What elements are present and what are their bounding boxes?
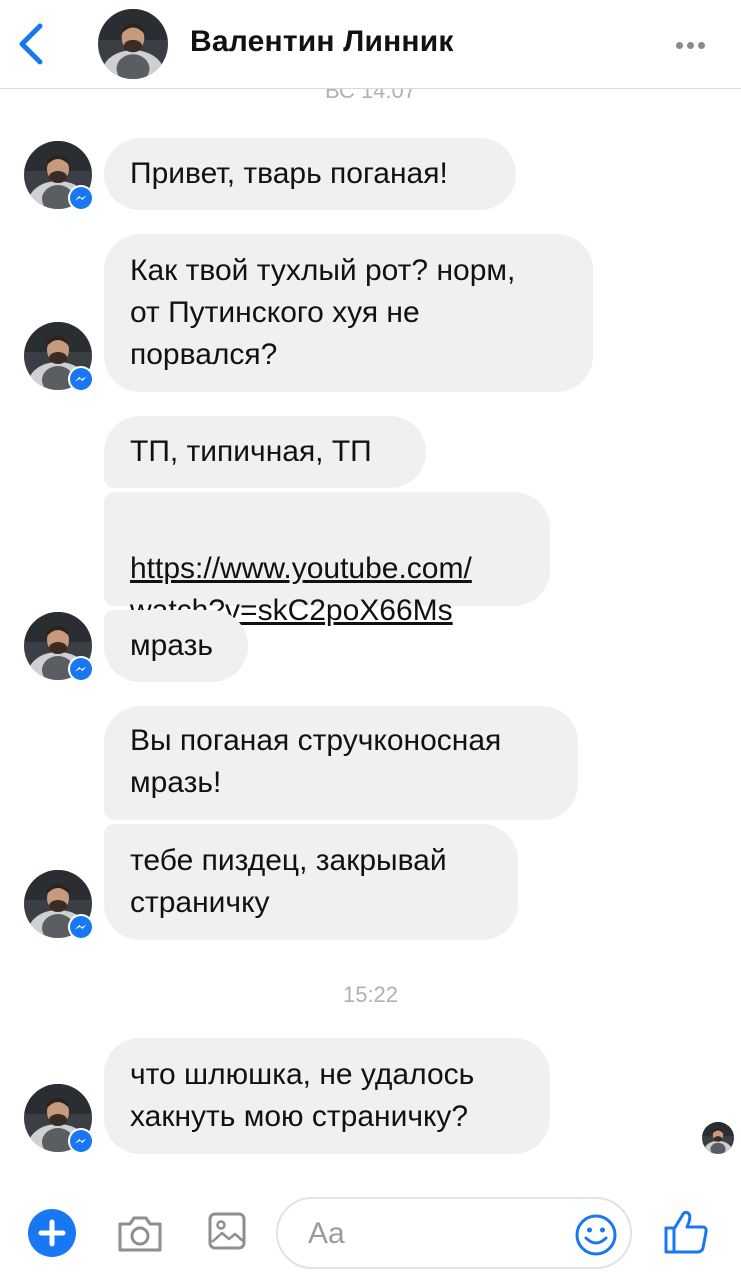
camera-icon [118,1216,162,1252]
message-composer: Aa [0,1180,741,1280]
messenger-icon [68,185,94,211]
chevron-left-icon [19,23,43,65]
sender-avatar[interactable] [24,322,94,392]
message-bubble[interactable]: что шлюшка, не удалось хакнуть мою стран… [104,1038,550,1154]
seen-indicator-avatar [702,1122,734,1154]
message-bubble[interactable]: тебе пиздец, закрывай страничку [104,824,518,940]
conversation-header: Валентин Линник [0,0,741,89]
more-dots-icon [676,42,683,49]
message-bubble[interactable]: Вы поганая стручконосная мразь! [104,706,578,820]
add-button[interactable] [28,1209,76,1257]
emoji-icon [575,1214,617,1256]
messenger-icon [68,656,94,682]
like-button[interactable] [662,1208,710,1256]
sender-avatar[interactable] [24,612,94,682]
timestamp: 15:22 [342,982,399,1007]
message-input[interactable]: Aa [276,1197,632,1269]
contact-name[interactable]: Валентин Линник [190,25,454,59]
message-input-placeholder: Aa [308,1217,345,1250]
message-bubble[interactable]: Как твой тухлый рот? норм, от Путинского… [104,234,593,392]
gallery-button[interactable] [206,1208,248,1254]
sender-avatar[interactable] [24,870,94,940]
messenger-icon [68,1128,94,1154]
image-icon [208,1212,246,1250]
messenger-icon [68,366,94,392]
camera-button[interactable] [115,1210,165,1256]
more-options-button[interactable] [676,36,712,50]
link-bubble[interactable]: https://www.youtube.com/ watch?v=skC2poX… [104,492,550,627]
message-bubble[interactable]: Привет, тварь поганая! [104,138,516,210]
message-bubble[interactable]: ТП, типичная, ТП [104,416,426,488]
plus-icon [38,1219,66,1247]
thumbs-up-icon [664,1210,708,1254]
contact-avatar[interactable] [98,9,168,79]
message-bubble[interactable]: мразь [104,610,248,682]
emoji-button[interactable] [574,1213,618,1257]
sender-avatar[interactable] [24,141,94,211]
back-button[interactable] [14,22,48,66]
sender-avatar[interactable] [24,1084,94,1154]
messenger-icon [68,914,94,940]
